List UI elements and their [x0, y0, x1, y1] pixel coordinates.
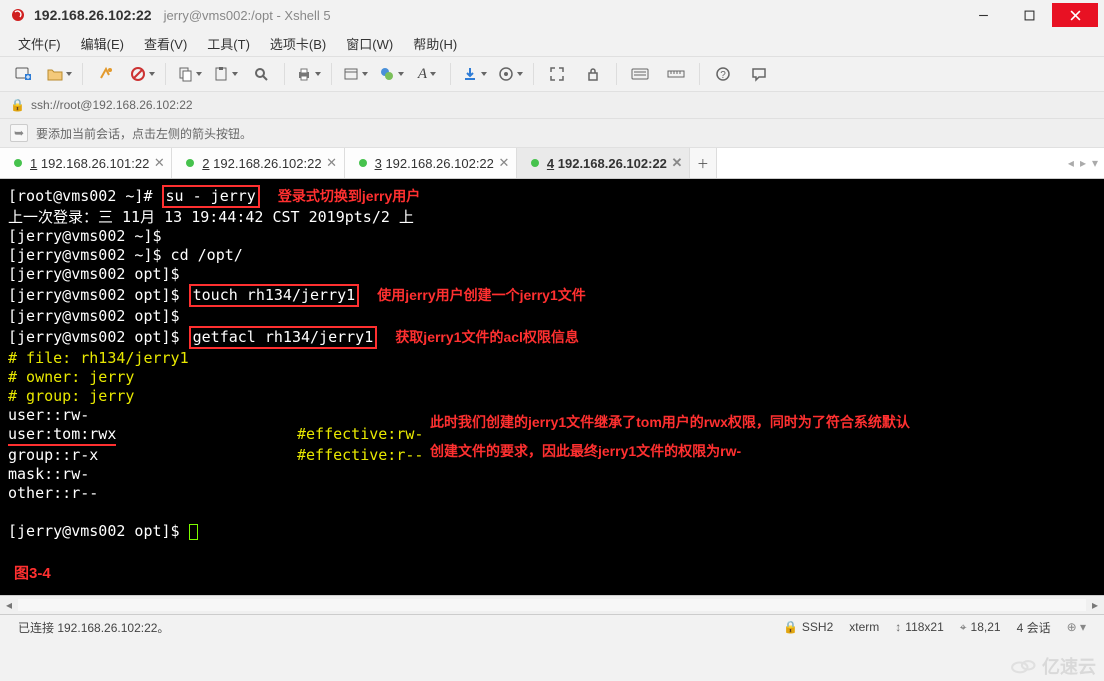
paste-button[interactable]	[208, 61, 242, 87]
lock-icon: 🔒	[10, 98, 25, 112]
status-protocol: 🔒SSH2	[775, 620, 841, 634]
window-subtitle: jerry@vms002:/opt - Xshell 5	[164, 8, 331, 23]
status-connected: 已连接 192.168.26.102:22。	[10, 619, 177, 636]
window-title: 192.168.26.102:22	[34, 7, 152, 23]
open-session-button[interactable]	[42, 61, 76, 87]
menu-window[interactable]: 窗口(W)	[338, 31, 401, 56]
tab-1[interactable]: 1 192.168.26.101:22 ✕	[0, 148, 172, 178]
scroll-right-icon[interactable]: ▸	[1086, 597, 1104, 613]
annotation-3: 获取jerry1文件的acl权限信息	[395, 329, 579, 345]
tab-prev-icon[interactable]: ◂	[1068, 156, 1074, 170]
keyboard-button[interactable]	[623, 61, 657, 87]
fullscreen-button[interactable]	[540, 61, 574, 87]
watermark: 亿速云	[1010, 653, 1096, 679]
color-scheme-button[interactable]	[374, 61, 408, 87]
print-button[interactable]	[291, 61, 325, 87]
svg-text:?: ?	[720, 70, 726, 81]
find-button[interactable]	[244, 61, 278, 87]
status-pos: ⌖18,21	[952, 620, 1009, 635]
title-bar: 192.168.26.102:22 jerry@vms002:/opt - Xs…	[0, 0, 1104, 30]
menu-edit[interactable]: 编辑(E)	[73, 31, 132, 56]
target-icon: ⌖	[960, 620, 967, 635]
app-icon	[10, 7, 26, 23]
status-dot-icon	[186, 159, 194, 167]
tab-list-icon[interactable]: ▾	[1092, 156, 1098, 170]
toolbar: A ?	[0, 57, 1104, 92]
tab-strip: 1 192.168.26.101:22 ✕ 2 192.168.26.102:2…	[0, 148, 1104, 179]
annotation-1: 登录式切换到jerry用户	[278, 188, 420, 204]
status-bar: 已连接 192.168.26.102:22。 🔒SSH2 xterm ↕118x…	[0, 615, 1104, 639]
lock-button[interactable]	[576, 61, 610, 87]
address-bar: 🔒 ssh://root@192.168.26.102:22	[0, 92, 1104, 119]
menu-tools[interactable]: 工具(T)	[199, 31, 258, 56]
status-term: xterm	[841, 620, 887, 634]
chat-button[interactable]	[742, 61, 776, 87]
annotation-4: 此时我们创建的jerry1文件继承了tom用户的rwx权限，同时为了符合系统默认…	[430, 413, 910, 461]
resize-icon: ↕	[895, 620, 901, 634]
tab-3[interactable]: 3 192.168.26.102:22 ✕	[345, 148, 517, 178]
menu-file[interactable]: 文件(F)	[10, 31, 69, 56]
font-button[interactable]: A	[410, 61, 444, 87]
tab-close-4[interactable]: ✕	[671, 157, 683, 169]
add-session-arrow[interactable]: ➥	[10, 124, 28, 142]
cursor	[189, 524, 198, 540]
status-dot-icon	[359, 159, 367, 167]
status-more[interactable]: ⊕ ▾	[1059, 620, 1094, 634]
terminal[interactable]: [root@vms002 ~]# su - jerry 登录式切换到jerry用…	[0, 179, 1104, 595]
close-button[interactable]	[1052, 3, 1098, 27]
figure-label: 图3-4	[14, 564, 51, 583]
tab-add-button[interactable]: ＋	[690, 148, 717, 178]
annotation-2: 使用jerry用户创建一个jerry1文件	[377, 287, 586, 303]
scroll-track[interactable]	[18, 599, 1086, 611]
transfer-button[interactable]	[457, 61, 491, 87]
properties-button[interactable]	[338, 61, 372, 87]
hint-bar: ➥ 要添加当前会话，点击左侧的箭头按钮。	[0, 119, 1104, 148]
status-sessions: 4 会话	[1009, 619, 1059, 636]
disconnect-button[interactable]	[125, 61, 159, 87]
highlight-usertom: user:tom:rwx	[8, 425, 116, 446]
script-button[interactable]	[493, 61, 527, 87]
menu-bar: 文件(F) 编辑(E) 查看(V) 工具(T) 选项卡(B) 窗口(W) 帮助(…	[0, 30, 1104, 57]
tab-close-3[interactable]: ✕	[498, 157, 510, 169]
reconnect-button[interactable]	[89, 61, 123, 87]
lock-small-icon: 🔒	[783, 620, 798, 634]
tab-close-2[interactable]: ✕	[326, 157, 338, 169]
highlight-touch: touch rh134/jerry1	[189, 284, 360, 307]
tab-2[interactable]: 2 192.168.26.102:22 ✕	[172, 148, 344, 178]
menu-help[interactable]: 帮助(H)	[405, 31, 465, 56]
status-dot-icon	[14, 159, 22, 167]
terminal-scrollbar[interactable]: ◂ ▸	[0, 595, 1104, 615]
tab-4[interactable]: 4 192.168.26.102:22 ✕	[517, 148, 690, 178]
new-session-button[interactable]	[6, 61, 40, 87]
menu-view[interactable]: 查看(V)	[136, 31, 195, 56]
copy-button[interactable]	[172, 61, 206, 87]
tab-nav: ◂ ▸ ▾	[1062, 148, 1104, 178]
app-window: 192.168.26.102:22 jerry@vms002:/opt - Xs…	[0, 0, 1104, 681]
address-url[interactable]: ssh://root@192.168.26.102:22	[31, 98, 1094, 112]
ruler-button[interactable]	[659, 61, 693, 87]
menu-tabs[interactable]: 选项卡(B)	[262, 31, 334, 56]
minimize-button[interactable]	[960, 3, 1006, 27]
tab-next-icon[interactable]: ▸	[1080, 156, 1086, 170]
maximize-button[interactable]	[1006, 3, 1052, 27]
status-dot-icon	[531, 159, 539, 167]
help-button[interactable]: ?	[706, 61, 740, 87]
tab-close-1[interactable]: ✕	[153, 157, 165, 169]
hint-text: 要添加当前会话，点击左侧的箭头按钮。	[36, 125, 252, 142]
highlight-su: su - jerry	[162, 185, 260, 208]
scroll-left-icon[interactable]: ◂	[0, 597, 18, 613]
status-size: ↕118x21	[887, 620, 951, 634]
highlight-getfacl: getfacl rh134/jerry1	[189, 326, 378, 349]
